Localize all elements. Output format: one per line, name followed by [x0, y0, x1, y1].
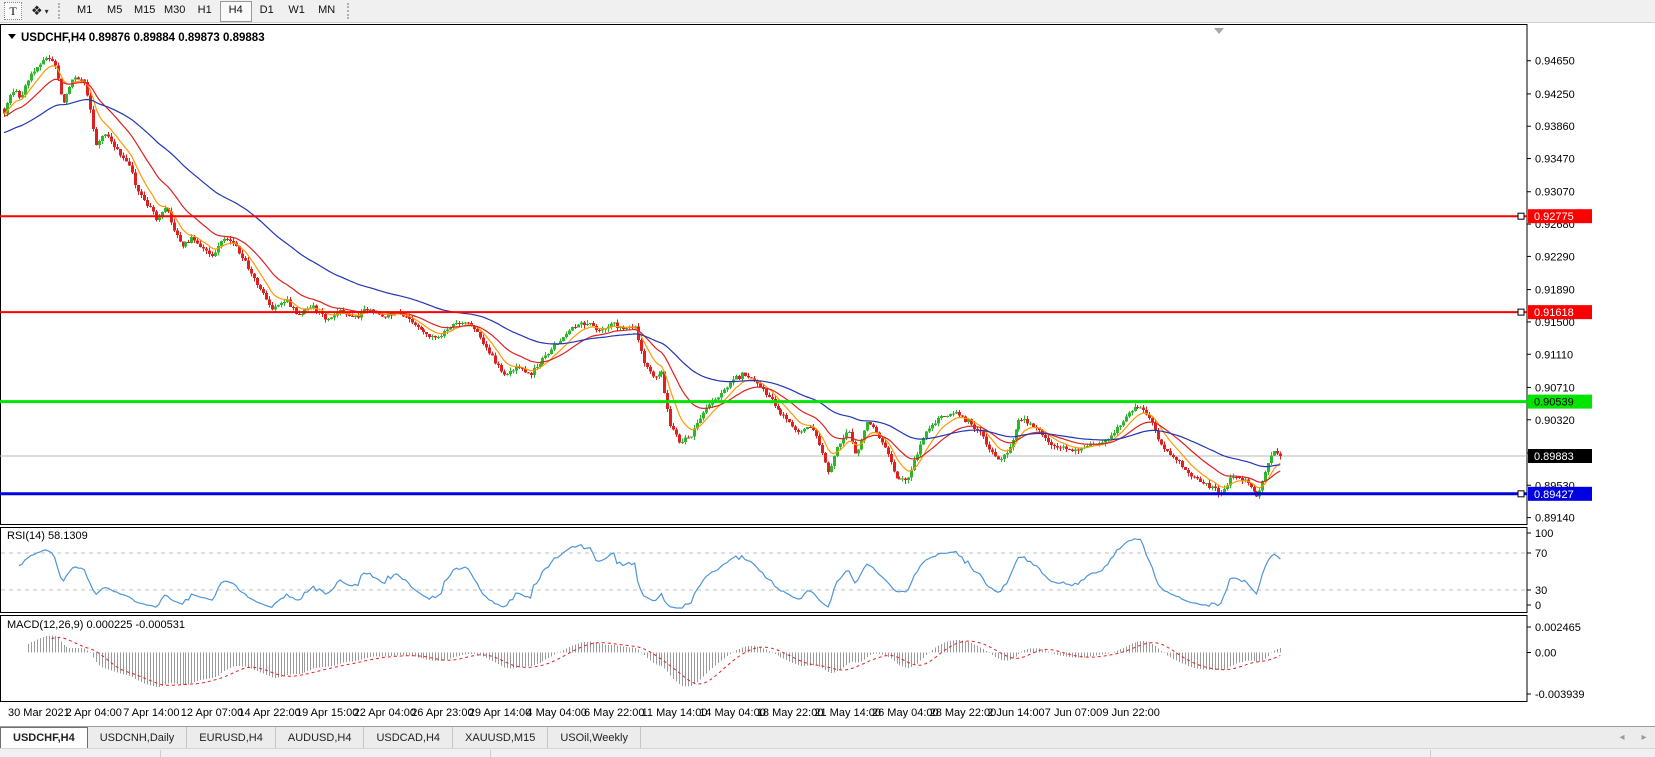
- tab-bar-spacer: [641, 727, 1611, 748]
- chart-tab-xauusd[interactable]: XAUUSD,M15: [453, 727, 549, 748]
- timeframe-button-m30[interactable]: M30: [160, 1, 190, 20]
- scroll-right-icon[interactable]: ▸: [1633, 727, 1655, 748]
- time-axis: 30 Mar 2021 2 Apr 04:00 7 Apr 14:00 12 Apr …: [0, 702, 1655, 726]
- timeframe-button-d1[interactable]: D1: [252, 1, 282, 20]
- price-tick-label: 0.91890: [1535, 285, 1575, 297]
- chart-tab-usdcnh[interactable]: USDCNH,Daily: [88, 727, 188, 748]
- rsi-pane: [0, 527, 1528, 613]
- chart-title: USDCHF,H4 0.89876 0.89884 0.89873 0.8988…: [21, 32, 265, 44]
- macd-tick-label: 0.002465: [1535, 622, 1581, 634]
- macd-tick-label: 0.00: [1535, 648, 1556, 660]
- time-axis-label: 30 Mar 2021: [8, 707, 70, 719]
- timeframe-button-w1[interactable]: W1: [282, 1, 312, 20]
- status-bar: [0, 748, 1655, 757]
- price-tick-label: 0.90320: [1535, 415, 1575, 427]
- time-axis-label: 9 Jun 22:00: [1102, 707, 1160, 719]
- time-axis-label: 2 Apr 04:00: [65, 707, 122, 719]
- svg-text:0.91618: 0.91618: [1534, 307, 1574, 319]
- svg-text:0.90539: 0.90539: [1534, 397, 1574, 409]
- price-tick-label: 0.92290: [1535, 251, 1575, 263]
- time-axis-label: 22 Apr 04:00: [353, 707, 416, 719]
- toolbar-separator: [57, 3, 65, 19]
- time-axis-label: 12 Apr 07:00: [180, 707, 244, 719]
- rsi-tick-label: 70: [1535, 548, 1547, 560]
- price-tick-label: 0.89140: [1535, 513, 1575, 525]
- timeframe-button-m15[interactable]: M15: [130, 1, 160, 20]
- svg-text:0.89883: 0.89883: [1534, 451, 1574, 463]
- timeframe-button-mn[interactable]: MN: [312, 1, 342, 20]
- rsi-tick-label: 30: [1535, 585, 1547, 597]
- timeframe-group: M1 M5 M15 M30 H1 H4 D1 W1 MN: [70, 0, 342, 22]
- time-axis-label: 29 Apr 14:00: [468, 707, 532, 719]
- line-handle: [1517, 308, 1525, 316]
- timeframe-button-h4[interactable]: H4: [219, 0, 252, 22]
- chart-tab-usoil[interactable]: USOil,Weekly: [548, 727, 641, 748]
- svg-text:0.89427: 0.89427: [1534, 489, 1574, 501]
- text-tool-button[interactable]: T: [4, 2, 22, 20]
- chart-tab-audusd[interactable]: AUDUSD,H4: [276, 727, 365, 748]
- scroll-left-icon[interactable]: ◂: [1611, 727, 1633, 748]
- time-axis-label: 26 Apr 23:00: [411, 707, 474, 719]
- price-tick-label: 0.93470: [1535, 154, 1575, 166]
- time-axis-label: 19 Apr 15:00: [296, 707, 359, 719]
- time-axis-label: 7 Apr 14:00: [123, 707, 180, 719]
- line-handle: [1517, 212, 1525, 220]
- rsi-tick-label: 0: [1535, 600, 1541, 612]
- time-axis-label: 11 May 14:00: [641, 707, 708, 719]
- time-axis-label: 14 Apr 22:00: [238, 707, 301, 719]
- objects-icon[interactable]: ❖: [31, 3, 43, 19]
- time-axis-label: 6 May 22:00: [584, 707, 645, 719]
- rsi-label: RSI(14) 58.1309: [7, 530, 88, 542]
- price-tick-label: 0.91110: [1535, 349, 1573, 361]
- macd-tick-label: -0.003939: [1535, 689, 1585, 701]
- line-handle: [1517, 490, 1525, 498]
- time-axis-label: 7 Jun 07:00: [1044, 707, 1103, 719]
- price-tick-label: 0.94650: [1535, 56, 1575, 68]
- price-tick-label: 0.90710: [1535, 382, 1575, 394]
- timeframe-button-m1[interactable]: M1: [70, 1, 100, 20]
- rsi-tick-label: 100: [1535, 528, 1553, 540]
- toolbar: T ❖ ▾ M1 M5 M15 M30 H1 H4 D1 W1 MN: [0, 0, 1655, 23]
- chart-tab-bar: USDCHF,H4 USDCNH,Daily EURUSD,H4 AUDUSD,H4 U…: [0, 726, 1655, 748]
- time-axis-label: 2 Jun 14:00: [987, 707, 1045, 719]
- chart-tab-usdchf[interactable]: USDCHF,H4: [0, 727, 88, 748]
- mt4-terminal: T ❖ ▾ M1 M5 M15 M30 H1 H4 D1 W1 MN 0.94650 0.9425…: [0, 0, 1655, 757]
- price-tick-label: 0.93070: [1535, 187, 1575, 199]
- svg-text:0.92775: 0.92775: [1534, 211, 1574, 223]
- time-axis-label: 4 May 04:00: [526, 707, 587, 719]
- macd-label: MACD(12,26,9) 0.000225 -0.000531: [7, 619, 185, 631]
- macd-pane: [0, 615, 1528, 702]
- timeframe-button-h1[interactable]: H1: [190, 1, 220, 20]
- main-price-pane: [0, 24, 1528, 525]
- price-tick-label: 0.94250: [1535, 89, 1575, 101]
- toolbar-separator: [346, 3, 354, 19]
- chart-tab-usdcad[interactable]: USDCAD,H4: [364, 727, 454, 748]
- chart-canvas[interactable]: 0.946500.942500.938600.934700.930700.926…: [0, 24, 1655, 702]
- chevron-down-icon[interactable]: ▾: [45, 7, 49, 16]
- price-tick-label: 0.93860: [1535, 121, 1575, 133]
- timeframe-button-m5[interactable]: M5: [100, 1, 130, 20]
- chart-tab-eurusd[interactable]: EURUSD,H4: [187, 727, 276, 748]
